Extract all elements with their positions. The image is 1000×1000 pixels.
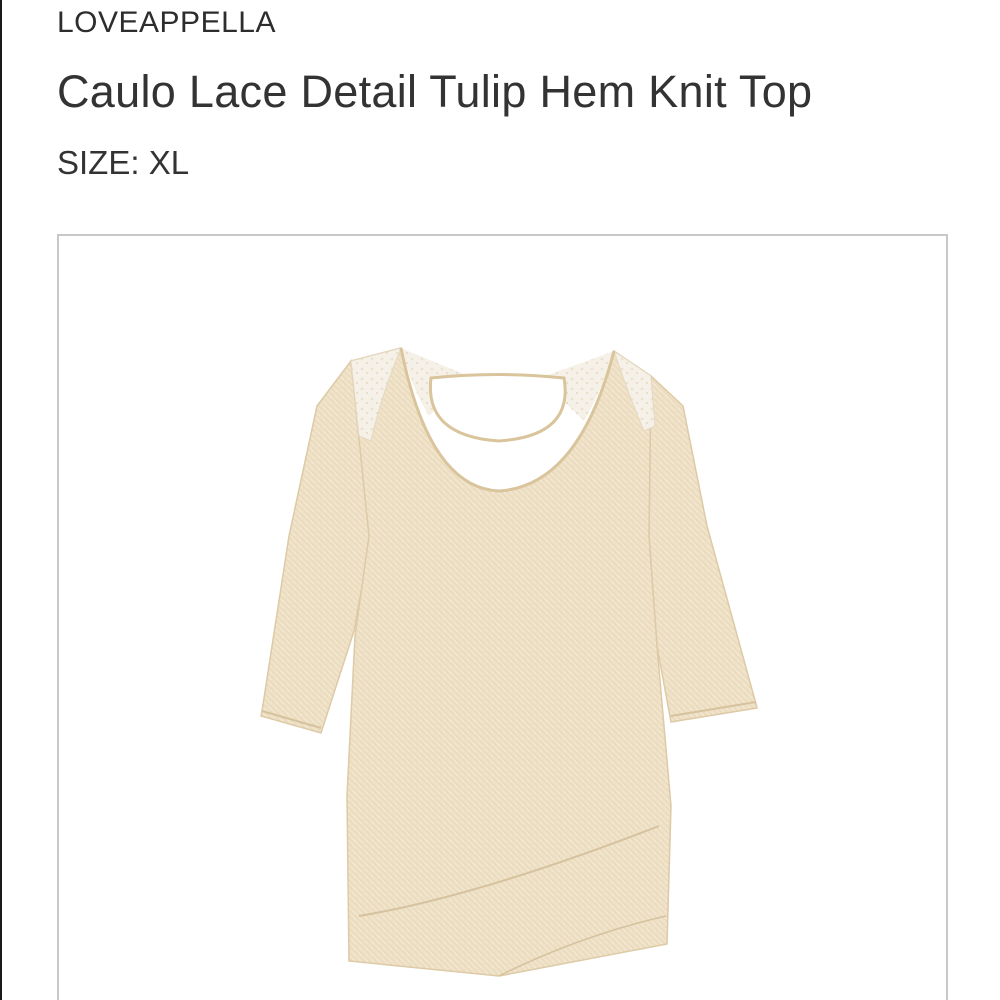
product-detail-page: LOVEAPPELLA Caulo Lace Detail Tulip Hem … — [0, 0, 1000, 1000]
size-info: SIZE: XL — [57, 144, 189, 182]
keyhole-cutout — [428, 373, 567, 443]
right-sleeve — [648, 374, 758, 723]
product-photo — [260, 347, 758, 977]
size-value: XL — [148, 144, 190, 181]
size-label: SIZE: — [57, 144, 140, 181]
brand-name[interactable]: LOVEAPPELLA — [57, 6, 276, 40]
product-image-frame[interactable] — [57, 234, 948, 1000]
top-body — [346, 347, 672, 977]
product-title: Caulo Lace Detail Tulip Hem Knit Top — [57, 66, 813, 117]
